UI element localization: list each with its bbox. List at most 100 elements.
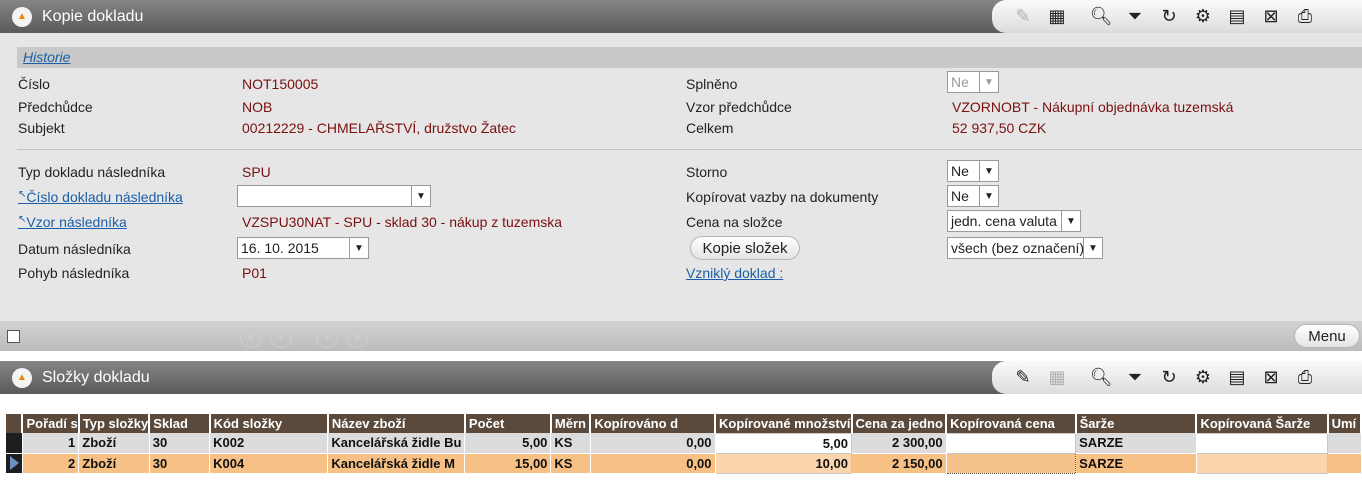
table-row-selected[interactable]: 2 Zboží 30 K004 Kancelářská židle M 15,0… bbox=[6, 452, 1362, 474]
row-indicator-header bbox=[6, 414, 24, 433]
first-record-icon[interactable]: « bbox=[240, 326, 262, 348]
collapse-icon[interactable]: ▲ bbox=[12, 6, 32, 27]
cislo-nasl-select[interactable]: ▼ bbox=[237, 185, 431, 207]
editable-cell[interactable]: 5,00 bbox=[714, 432, 853, 454]
row-indicator[interactable] bbox=[6, 453, 23, 474]
kopie-slozek-select[interactable]: všech (bez označení) ▼ bbox=[947, 237, 1103, 259]
chevron-down-icon[interactable]: ▼ bbox=[979, 186, 998, 206]
kopirovat-select[interactable]: Ne ▼ bbox=[947, 185, 999, 207]
cislo-label: Číslo bbox=[18, 76, 50, 92]
column-header[interactable]: Kód složky bbox=[209, 414, 329, 433]
cell[interactable]: 0,00 bbox=[590, 453, 716, 474]
cell[interactable]: 5,00 bbox=[464, 433, 552, 454]
collapse-icon[interactable]: ▲ bbox=[12, 367, 32, 388]
excel-export-icon[interactable]: ⊠ bbox=[1254, 363, 1288, 393]
cell[interactable]: 2 300,00 bbox=[851, 433, 947, 454]
column-header[interactable]: Počet bbox=[464, 414, 552, 433]
filter-icon[interactable]: ⏷ bbox=[1118, 363, 1152, 393]
refresh-icon[interactable]: ↻ bbox=[1152, 363, 1186, 393]
editable-cell[interactable] bbox=[1195, 432, 1329, 454]
vznikly-doklad-link[interactable]: Vzniklý doklad : bbox=[686, 265, 783, 281]
excel-export-icon[interactable]: ⊠ bbox=[1254, 2, 1288, 32]
cell[interactable]: 0,00 bbox=[590, 433, 716, 454]
cell[interactable] bbox=[1327, 433, 1362, 454]
column-header[interactable]: Umí bbox=[1327, 414, 1362, 433]
cell[interactable]: KS bbox=[550, 433, 591, 454]
table-row[interactable]: 1 Zboží 30 K002 Kancelářská židle Bu 5,0… bbox=[6, 432, 1362, 454]
column-header[interactable]: Kopírovaná Šarže bbox=[1196, 414, 1329, 433]
panel-title: Kopie dokladu bbox=[42, 7, 144, 25]
edit-icon[interactable]: ✎ bbox=[1006, 363, 1040, 393]
column-header[interactable]: Cena za jedno bbox=[851, 414, 948, 433]
menu-button[interactable]: Menu bbox=[1294, 324, 1360, 348]
cell[interactable]: KS bbox=[550, 453, 591, 474]
edit-icon[interactable]: ✎ bbox=[1006, 2, 1040, 32]
column-header[interactable]: Kopírováno d bbox=[590, 414, 717, 433]
user-settings-icon[interactable]: ⚙ bbox=[1186, 2, 1220, 32]
cell[interactable]: 2 bbox=[22, 453, 80, 474]
cell[interactable] bbox=[1327, 453, 1362, 474]
cell[interactable]: K002 bbox=[209, 433, 329, 454]
chevron-down-icon[interactable]: ▼ bbox=[411, 186, 430, 206]
row-indicator[interactable] bbox=[6, 433, 23, 454]
column-header[interactable]: Sklad bbox=[149, 414, 211, 433]
chevron-down-icon[interactable]: ▼ bbox=[979, 161, 998, 181]
cell[interactable]: 15,00 bbox=[464, 453, 552, 474]
print-icon[interactable]: ⎙ bbox=[1288, 363, 1322, 393]
column-header[interactable]: Kopírované množství bbox=[715, 414, 853, 433]
kopie-slozek-button[interactable]: Kopie složek bbox=[690, 236, 800, 260]
document-icon[interactable]: ▤ bbox=[1220, 363, 1254, 393]
chevron-down-icon[interactable]: ▼ bbox=[979, 72, 998, 92]
table-view-icon[interactable]: ▦ bbox=[1040, 363, 1074, 393]
cell[interactable]: 1 bbox=[22, 433, 80, 454]
editable-cell[interactable]: 10,00 bbox=[714, 452, 853, 474]
cell[interactable]: 30 bbox=[149, 453, 211, 474]
cell[interactable]: Kancelářská židle Bu bbox=[327, 433, 466, 454]
celkem-label: Celkem bbox=[686, 120, 734, 136]
cell[interactable]: SARZE bbox=[1075, 433, 1197, 454]
vzor-nasl-link[interactable]: ↖Vzor následníka bbox=[18, 214, 127, 230]
filter-icon[interactable]: ⏷ bbox=[1118, 2, 1152, 32]
chevron-down-icon[interactable]: ▼ bbox=[1083, 238, 1102, 258]
cell[interactable]: Zboží bbox=[78, 453, 150, 474]
search-icon[interactable]: 🔍︎ bbox=[1084, 2, 1118, 32]
cell[interactable]: 2 150,00 bbox=[851, 453, 947, 474]
pohyb-label: Pohyb následníka bbox=[18, 265, 130, 281]
current-row-arrow-icon bbox=[10, 456, 19, 470]
print-icon[interactable]: ⎙ bbox=[1288, 2, 1322, 32]
table-view-icon[interactable]: ▦ bbox=[1040, 2, 1074, 32]
cislo-nasl-link[interactable]: ↖Číslo dokladu následníka bbox=[18, 189, 183, 205]
search-icon[interactable]: 🔍︎ bbox=[1084, 363, 1118, 393]
editable-cell[interactable] bbox=[945, 432, 1077, 454]
column-header[interactable]: Měrn bbox=[550, 414, 592, 433]
document-icon[interactable]: ▤ bbox=[1220, 2, 1254, 32]
editable-cell-focused[interactable] bbox=[945, 452, 1077, 474]
refresh-icon[interactable]: ↻ bbox=[1152, 2, 1186, 32]
cell[interactable]: SARZE bbox=[1075, 453, 1197, 474]
column-header[interactable]: Kopírovaná cena bbox=[946, 414, 1077, 433]
column-header[interactable]: Šarže bbox=[1075, 414, 1198, 433]
column-header[interactable]: Pořadí s bbox=[22, 414, 80, 433]
chevron-down-icon[interactable]: ▼ bbox=[1061, 211, 1080, 231]
user-settings-icon[interactable]: ⚙ bbox=[1186, 363, 1220, 393]
storno-select[interactable]: Ne ▼ bbox=[947, 160, 999, 182]
chevron-down-icon[interactable]: ▼ bbox=[349, 238, 368, 258]
cell[interactable]: Zboží bbox=[78, 433, 150, 454]
splneno-label: Splněno bbox=[686, 76, 738, 92]
typ-label: Typ dokladu následníka bbox=[18, 164, 166, 180]
last-record-icon[interactable]: » bbox=[346, 326, 368, 348]
prev-record-icon[interactable]: ‹ bbox=[270, 326, 292, 348]
cell[interactable]: K004 bbox=[209, 453, 329, 474]
cena-select[interactable]: jedn. cena valuta ▼ bbox=[947, 210, 1081, 232]
history-link[interactable]: Historie bbox=[23, 49, 70, 65]
datum-input[interactable]: 16. 10. 2015 ▼ bbox=[237, 237, 369, 259]
top-titlebar: ▲ Kopie dokladu ✎ ▦ 🔍︎ ⏷ ↻ ⚙ ▤ ⊠ ⎙ bbox=[0, 0, 1362, 33]
cell[interactable]: 30 bbox=[149, 433, 211, 454]
column-header[interactable]: Název zboží bbox=[327, 414, 466, 433]
splneno-select[interactable]: Ne ▼ bbox=[947, 71, 999, 93]
column-header[interactable]: Typ složky bbox=[78, 414, 151, 433]
select-checkbox[interactable] bbox=[7, 330, 20, 343]
next-record-icon[interactable]: › bbox=[316, 326, 338, 348]
editable-cell[interactable] bbox=[1195, 452, 1329, 474]
cell[interactable]: Kancelářská židle M bbox=[327, 453, 466, 474]
